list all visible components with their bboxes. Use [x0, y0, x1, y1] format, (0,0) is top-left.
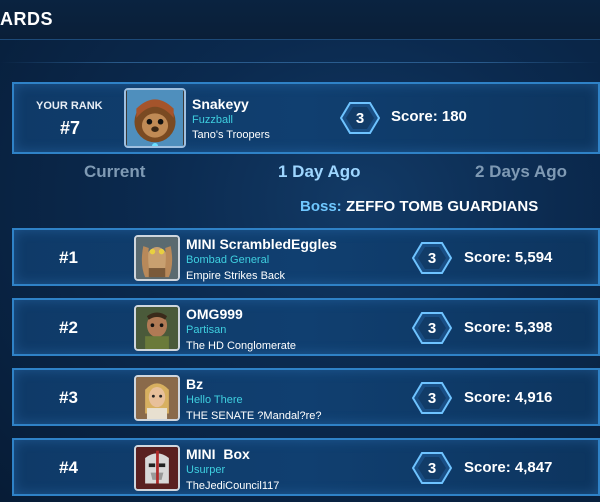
player-character: Bombad General [186, 254, 270, 266]
row-rank: #2 [59, 318, 78, 337]
player-guild: THE SENATE ?Mandal?re? [186, 410, 322, 422]
row-rank: #3 [59, 388, 78, 407]
level-pip [152, 143, 158, 146]
your-rank-value: #7 [60, 118, 81, 138]
player-name: OMG999 [186, 306, 243, 322]
tier-number: 3 [427, 249, 437, 267]
player-character: Fuzzball [192, 114, 233, 126]
tab-2-days-ago[interactable]: 2 Days Ago [475, 162, 567, 182]
human-icon[interactable] [134, 375, 180, 421]
player-name: MINI Box [186, 446, 250, 462]
player-character: Usurper [186, 464, 226, 476]
player-guild: TheJediCouncil117 [186, 480, 280, 492]
tier-badge: 3 [412, 242, 452, 274]
title-bar: ARDS [0, 0, 600, 40]
tier-number: 3 [427, 319, 437, 337]
row-rank: #4 [59, 458, 78, 477]
row-rank: #1 [59, 248, 78, 267]
tier-badge: 3 [340, 102, 380, 134]
your-rank-card: YOUR RANK #7 Snakeyy Fuzzball Tano's Tro… [12, 82, 600, 154]
divider [0, 62, 600, 63]
leaderboard-row[interactable]: #2 OMG999 Partisan The HD Conglomerate 3… [12, 298, 600, 356]
tab-current[interactable]: Current [84, 162, 145, 182]
ewok-icon[interactable] [124, 88, 186, 148]
tier-badge: 3 [412, 312, 452, 344]
player-name: MINI ScrambledEggles [186, 236, 337, 252]
leaderboard-row[interactable]: #3 Bz Hello There THE SENATE ?Mandal?re?… [12, 368, 600, 426]
tab-1-day-ago[interactable]: 1 Day Ago [278, 162, 361, 182]
player-score: Score: 180 [391, 108, 467, 125]
leaderboard-row[interactable]: #4 MINI Box Usurper TheJediCouncil117 3 … [12, 438, 600, 496]
player-score: Score: 5,594 [464, 249, 553, 266]
tier-badge: 3 [412, 452, 452, 484]
player-character: Partisan [186, 324, 227, 336]
your-rank-label: YOUR RANK [36, 100, 103, 112]
player-score: Score: 5,398 [464, 319, 553, 336]
player-name: Bz [186, 376, 204, 392]
player-score: Score: 4,916 [464, 389, 553, 406]
trooper-icon[interactable] [134, 445, 180, 491]
player-name: Snakeyy [192, 96, 249, 112]
boss-label: Boss: [300, 198, 342, 215]
player-guild: Tano's Troopers [192, 129, 270, 141]
tier-badge: 3 [412, 382, 452, 414]
gungan-icon[interactable] [134, 235, 180, 281]
tier-number: 3 [427, 389, 437, 407]
screen-title: ARDS [0, 9, 54, 29]
boss-name: ZEFFO TOMB GUARDIANS [346, 198, 539, 215]
player-guild: Empire Strikes Back [186, 270, 286, 282]
player-score: Score: 4,847 [464, 459, 553, 476]
tier-number: 3 [427, 459, 437, 477]
player-guild: The HD Conglomerate [186, 340, 297, 352]
player-character: Hello There [186, 394, 243, 406]
partisan-icon[interactable] [134, 305, 180, 351]
tier-number: 3 [355, 109, 365, 127]
leaderboard-row[interactable]: #1 MINI ScrambledEggles Bombad General E… [12, 228, 600, 286]
